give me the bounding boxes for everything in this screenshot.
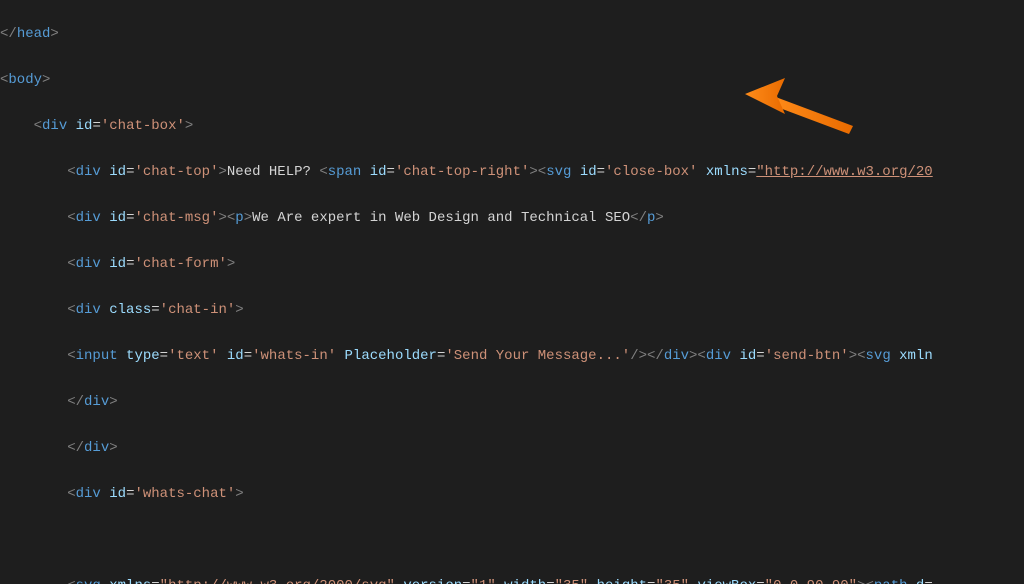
code-line: <div id='whats-chat'> bbox=[0, 483, 1024, 506]
code-editor[interactable]: </head> <body> <div id='chat-box'> <div … bbox=[0, 0, 1024, 584]
code-line: </div> bbox=[0, 437, 1024, 460]
code-line: <div id='chat-msg'><p>We Are expert in W… bbox=[0, 207, 1024, 230]
code-line: <div id='chat-top'>Need HELP? <span id='… bbox=[0, 161, 1024, 184]
code-line: <div id='chat-box'> bbox=[0, 115, 1024, 138]
code-line: <div id='chat-form'> bbox=[0, 253, 1024, 276]
code-line: <body> bbox=[0, 69, 1024, 92]
code-line: </head> bbox=[0, 23, 1024, 46]
code-line: <input type='text' id='whats-in' Placeho… bbox=[0, 345, 1024, 368]
code-line: </div> bbox=[0, 391, 1024, 414]
code-line bbox=[0, 529, 1024, 552]
code-line: <svg xmlns="http://www.w3.org/2000/svg" … bbox=[0, 575, 1024, 584]
code-line: <div class='chat-in'> bbox=[0, 299, 1024, 322]
